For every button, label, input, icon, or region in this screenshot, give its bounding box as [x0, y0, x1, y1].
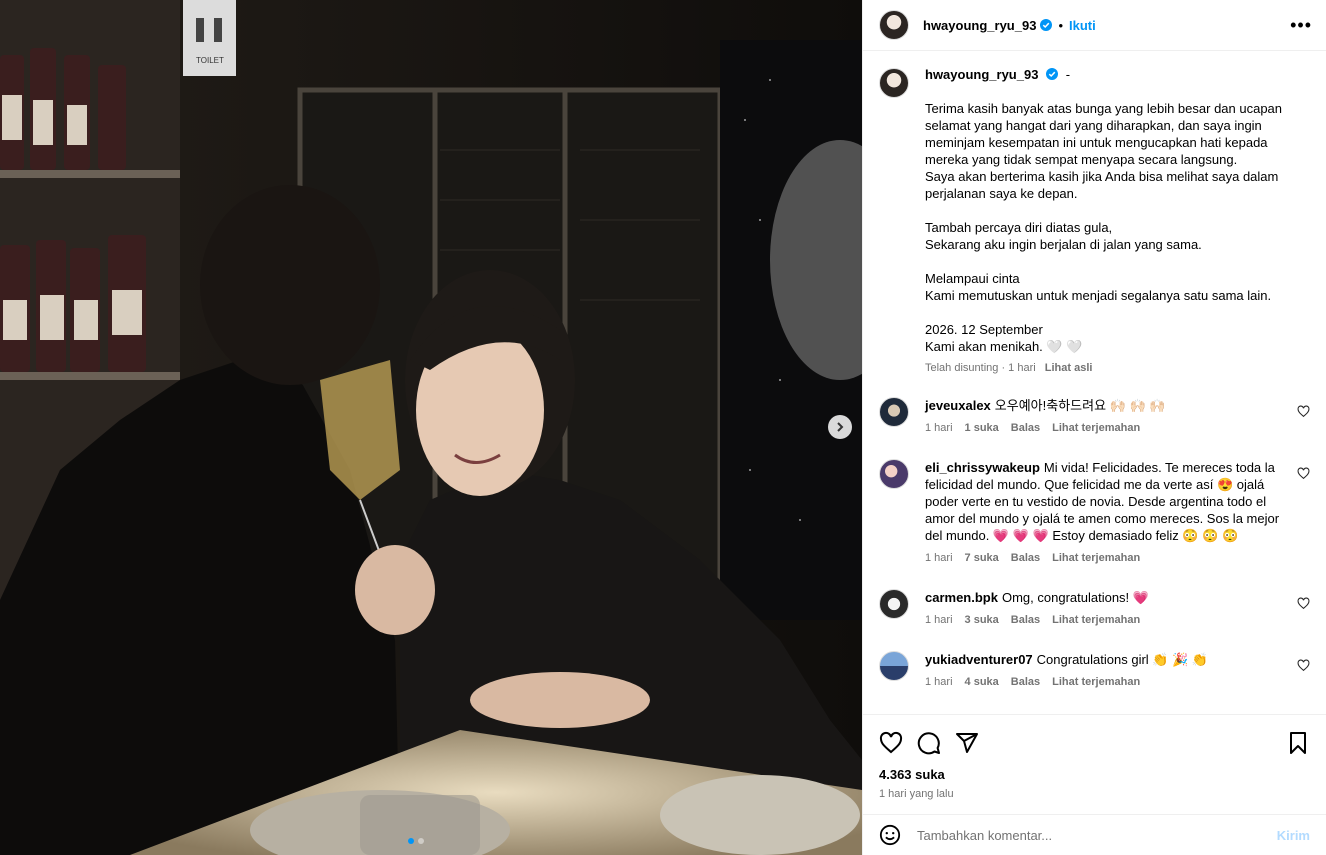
commenter-avatar[interactable]: [879, 589, 909, 619]
next-photo-button[interactable]: [828, 415, 852, 439]
see-original-link[interactable]: Lihat asli: [1045, 362, 1093, 374]
post-header: hwayoung_ryu_93 • Ikuti •••: [863, 0, 1326, 51]
follow-button[interactable]: Ikuti: [1069, 18, 1096, 33]
post-actions: [863, 714, 1326, 771]
comment-bubble-icon[interactable]: [917, 731, 941, 755]
verified-badge-icon: [1040, 19, 1053, 31]
header-separator: •: [1058, 17, 1063, 33]
comment-username[interactable]: yukiadventurer07: [925, 652, 1033, 667]
comment-item: jeveuxalex 오우예아!축하드려요 🙌🏻 🙌🏻 🙌🏻 1 hari 1 s…: [879, 397, 1310, 437]
caption-avatar[interactable]: [879, 68, 909, 98]
commenter-avatar[interactable]: [879, 651, 909, 681]
post-date[interactable]: 1 hari yang lalu: [863, 788, 1326, 800]
comment-item: eli_chrissywakeup Mi vida! Felicidades. T…: [879, 459, 1310, 567]
comment-likes[interactable]: 4 suka: [965, 674, 999, 691]
translate-link[interactable]: Lihat terjemahan: [1052, 674, 1140, 691]
commenter-avatar[interactable]: [879, 397, 909, 427]
comment-text: Omg, congratulations! 💗: [1001, 590, 1149, 605]
add-comment-bar: Kirim: [863, 814, 1326, 855]
share-send-icon[interactable]: [955, 731, 979, 755]
reply-button[interactable]: Balas: [1011, 550, 1040, 567]
chevron-right-icon: [837, 422, 844, 432]
caption-suffix: -: [1065, 67, 1071, 82]
comment-username[interactable]: jeveuxalex: [925, 398, 991, 413]
comment-likes[interactable]: 7 suka: [965, 550, 999, 567]
likes-count[interactable]: 4.363 suka: [863, 767, 1326, 782]
comment-likes[interactable]: 3 suka: [965, 612, 999, 629]
toilet-sign-text: TOILET: [196, 56, 224, 65]
post-comment-button[interactable]: Kirim: [1277, 828, 1310, 843]
caption-time[interactable]: 1 hari: [1008, 362, 1036, 374]
edited-label: Telah disunting: [925, 362, 999, 374]
translate-link[interactable]: Lihat terjemahan: [1052, 550, 1140, 567]
caption-text: Terima kasih banyak atas bunga yang lebi…: [925, 101, 1283, 354]
reply-button[interactable]: Balas: [1011, 612, 1040, 629]
like-heart-icon[interactable]: [879, 731, 903, 755]
like-comment-heart-icon[interactable]: [1297, 405, 1310, 418]
comment-time[interactable]: 1 hari: [925, 550, 953, 567]
like-comment-heart-icon[interactable]: [1297, 659, 1310, 672]
like-comment-heart-icon[interactable]: [1297, 467, 1310, 480]
more-options-icon[interactable]: •••: [1290, 16, 1312, 34]
add-comment-input[interactable]: [915, 826, 1277, 844]
carousel-dot: [418, 838, 424, 844]
carousel-dots: [408, 838, 424, 844]
reply-button[interactable]: Balas: [1011, 420, 1040, 437]
post-caption: hwayoung_ryu_93 - Terima kasih banyak at…: [879, 51, 1310, 377]
comment-text: 오우예아!축하드려요 🙌🏻 🙌🏻 🙌🏻: [994, 398, 1166, 413]
save-bookmark-icon[interactable]: [1286, 731, 1310, 755]
comment-likes[interactable]: 1 suka: [965, 420, 999, 437]
post-photo[interactable]: TOILET: [0, 0, 862, 855]
comment-time[interactable]: 1 hari: [925, 674, 953, 691]
translate-link[interactable]: Lihat terjemahan: [1052, 420, 1140, 437]
commenter-avatar[interactable]: [879, 459, 909, 489]
comment-text: Congratulations girl 👏 🎉 👏: [1036, 652, 1209, 667]
reply-button[interactable]: Balas: [1011, 674, 1040, 691]
translate-link[interactable]: Lihat terjemahan: [1052, 612, 1140, 629]
comment-time[interactable]: 1 hari: [925, 612, 953, 629]
comment-time[interactable]: 1 hari: [925, 420, 953, 437]
comment-item: carmen.bpk Omg, congratulations! 💗 1 hari…: [879, 589, 1310, 629]
comment-item: yukiadventurer07 Congratulations girl 👏 🎉…: [879, 651, 1310, 691]
author-avatar[interactable]: [879, 10, 909, 40]
carousel-dot: [408, 838, 414, 844]
caption-meta: Telah disunting · 1 hari Lihat asli: [925, 362, 1093, 374]
verified-badge-icon: [1046, 68, 1059, 80]
comment-username[interactable]: eli_chrissywakeup: [925, 460, 1040, 475]
author-username[interactable]: hwayoung_ryu_93: [923, 18, 1036, 33]
post-panel: hwayoung_ryu_93 • Ikuti ••• hwayoung_ryu…: [862, 0, 1326, 855]
like-comment-heart-icon[interactable]: [1297, 597, 1310, 610]
emoji-smile-icon[interactable]: [879, 824, 901, 846]
comment-username[interactable]: carmen.bpk: [925, 590, 998, 605]
caption-username[interactable]: hwayoung_ryu_93: [925, 67, 1038, 82]
photo-scene: TOILET: [0, 0, 862, 855]
comments-scroll[interactable]: hwayoung_ryu_93 - Terima kasih banyak at…: [863, 51, 1326, 714]
